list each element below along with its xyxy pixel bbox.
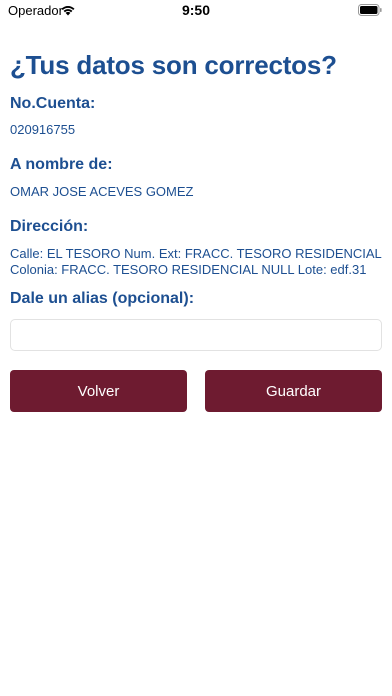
- alias-label: Dale un alias (opcional):: [10, 290, 195, 307]
- address-line-1: Calle: EL TESORO Num. Ext: FRACC. TESORO…: [10, 246, 382, 261]
- action-buttons: Volver Guardar: [10, 370, 382, 412]
- confirmation-form: ¿Tus datos son correctos? No.Cuenta: 020…: [10, 48, 382, 412]
- save-button[interactable]: Guardar: [205, 370, 382, 412]
- address-value: Calle: EL TESORO Num. Ext: FRACC. TESORO…: [10, 246, 382, 278]
- status-bar: Operador 9:50: [0, 0, 392, 22]
- holder-value: OMAR JOSE ACEVES GOMEZ: [10, 184, 194, 199]
- status-time: 9:50: [181, 2, 211, 18]
- account-value: 020916755: [10, 122, 76, 137]
- page-title: ¿Tus datos son correctos?: [10, 50, 337, 80]
- address-line-2: Colonia: FRACC. TESORO RESIDENCIAL NULL …: [10, 262, 367, 277]
- address-label: Dirección:: [10, 218, 89, 235]
- holder-label: A nombre de:: [10, 156, 113, 173]
- back-button[interactable]: Volver: [10, 370, 187, 412]
- account-label: No.Cuenta:: [10, 95, 96, 112]
- alias-input[interactable]: [10, 319, 382, 351]
- battery-icon: [358, 4, 382, 16]
